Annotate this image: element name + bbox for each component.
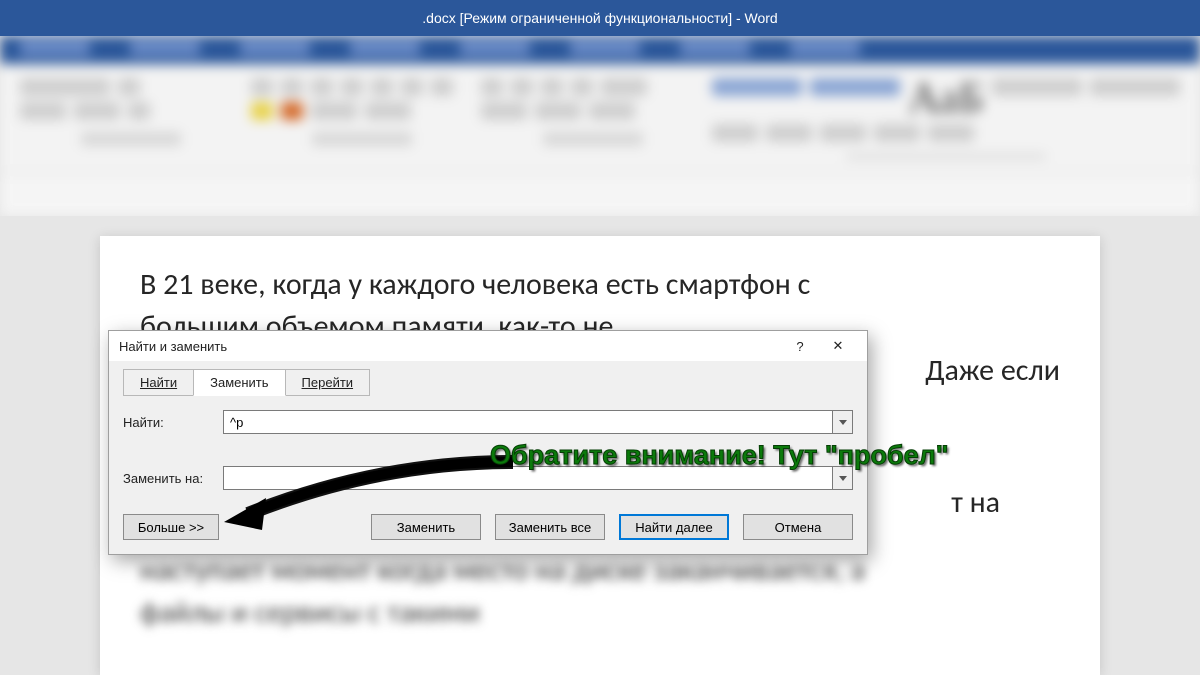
document-blurred-text: файлы и сервисы с такими	[140, 592, 1060, 634]
replace-label: Заменить на:	[123, 471, 223, 486]
document-fragment: Даже если	[925, 350, 1060, 392]
chevron-down-icon	[839, 476, 847, 481]
find-label: Найти:	[123, 415, 223, 430]
ribbon-blurred: АаБ	[0, 36, 1200, 216]
window-title: .docx [Режим ограниченной функциональнос…	[422, 10, 777, 26]
chevron-down-icon	[839, 420, 847, 425]
dialog-titlebar[interactable]: Найти и заменить ? ✕	[109, 331, 867, 361]
tab-find[interactable]: Найти	[123, 369, 194, 396]
find-next-button[interactable]: Найти далее	[619, 514, 729, 540]
window-titlebar: .docx [Режим ограниченной функциональнос…	[0, 0, 1200, 36]
annotation-callout: Обратите внимание! Тут "пробел"	[490, 440, 949, 471]
dialog-tabs: Найти Заменить Перейти	[123, 369, 853, 396]
document-text-line: В 21 веке, когда у каждого человека есть…	[140, 264, 1060, 306]
tab-replace[interactable]: Заменить	[193, 369, 285, 396]
close-button[interactable]: ✕	[819, 332, 857, 360]
cancel-button[interactable]: Отмена	[743, 514, 853, 540]
document-blurred-text: наступает момент когда место на диске за…	[140, 550, 1060, 592]
more-button[interactable]: Больше >>	[123, 514, 219, 540]
tab-goto[interactable]: Перейти	[285, 369, 371, 396]
dialog-title: Найти и заменить	[119, 339, 781, 354]
close-icon: ✕	[833, 338, 844, 354]
find-history-dropdown[interactable]	[833, 410, 853, 434]
help-icon: ?	[796, 339, 803, 354]
annotation-arrow	[218, 452, 518, 532]
find-input[interactable]	[223, 410, 833, 434]
document-fragment: т на	[951, 482, 1000, 524]
help-button[interactable]: ?	[781, 332, 819, 360]
